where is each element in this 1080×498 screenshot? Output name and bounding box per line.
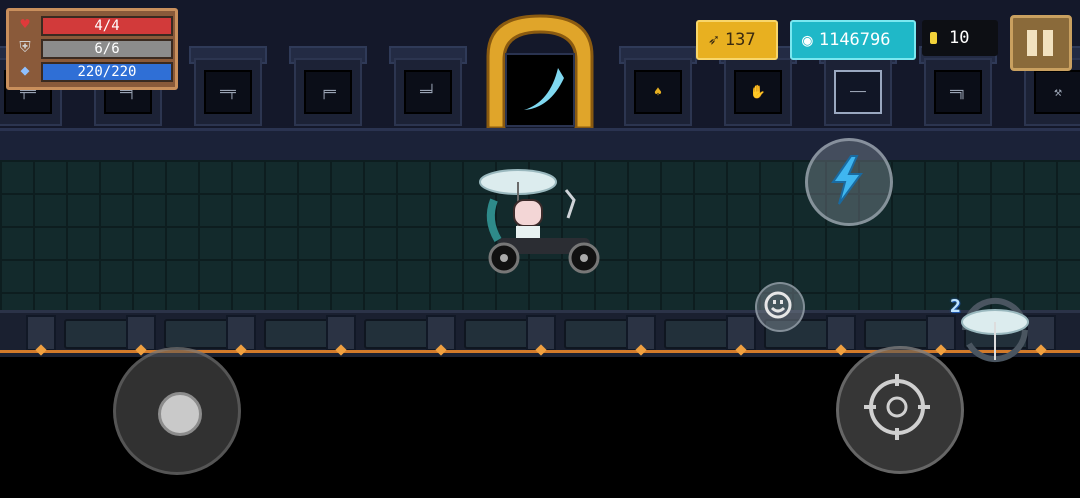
coin-icon <box>930 32 937 44</box>
weapon-pedestal[interactable]: ── <box>824 58 892 126</box>
coins-value: 10 <box>949 28 970 48</box>
lightning-icon <box>831 155 863 205</box>
joystick-knob[interactable] <box>158 392 202 436</box>
gems-counter: ➶ 137 <box>696 20 778 60</box>
gun-icon: ═╛ <box>404 70 452 114</box>
weapon-count-badge: 2 <box>950 296 961 317</box>
swap-arrows-icon <box>961 297 1029 363</box>
armor-value: 6/6 <box>94 41 120 57</box>
crystal-eye-icon: ◉ <box>802 29 813 51</box>
weapon-pedestal[interactable]: ♠ <box>624 58 692 126</box>
crosshair-icon <box>864 374 930 440</box>
revolver-icon: ═╗ <box>934 70 982 114</box>
armor-row: ⛨ 6/6 <box>13 38 173 59</box>
player-stats-panel: ♥ 4/4 ⛨ 6/6 ◆ 220/220 <box>6 8 178 90</box>
attack-button[interactable] <box>836 346 964 474</box>
weapon-pedestal[interactable]: ✋ <box>724 58 792 126</box>
hp-bar: 4/4 <box>41 16 173 36</box>
staff-icon: ⚒ <box>1034 70 1080 114</box>
energy-value: 220/220 <box>77 64 137 80</box>
crystals-value: 1146796 <box>818 30 891 50</box>
lamp-icon: ♠ <box>634 70 682 114</box>
weapon-swap-button[interactable] <box>955 292 1035 368</box>
shotgun-icon: ═╤ <box>204 70 252 114</box>
weapon-pedestal[interactable]: ═╗ <box>924 58 992 126</box>
energy-row: ◆ 220/220 <box>13 61 173 82</box>
smiley-icon <box>764 291 792 319</box>
movement-joystick[interactable] <box>113 347 241 475</box>
hp-value: 4/4 <box>94 18 120 34</box>
emote-button[interactable] <box>755 282 805 332</box>
sword-icon: ── <box>834 70 882 114</box>
crystals-counter: ◉ 1146796 <box>790 20 916 60</box>
gauntlet-icon: ✋ <box>734 70 782 114</box>
gems-value: 137 <box>724 30 756 50</box>
blaster-icon: ╒═ <box>304 70 352 114</box>
weapon-pedestal[interactable]: ═╤ <box>194 58 262 126</box>
diamond-icon: ◆ <box>20 61 30 79</box>
weapon-pedestal[interactable]: ═╛ <box>394 58 462 126</box>
coins-counter: 10 <box>922 20 998 56</box>
armor-bar: 6/6 <box>41 39 173 59</box>
hp-row: ♥ 4/4 <box>13 15 173 36</box>
heart-icon: ♥ <box>20 15 30 33</box>
portal-arch[interactable] <box>480 12 600 128</box>
skill-button[interactable] <box>805 138 893 226</box>
player-character <box>479 169 600 274</box>
feather-icon: ➶ <box>708 29 719 51</box>
energy-bar: 220/220 <box>41 62 173 82</box>
weapon-pedestal[interactable]: ╒═ <box>294 58 362 126</box>
shield-icon: ⛨ <box>19 38 31 56</box>
pause-button[interactable] <box>1010 15 1072 71</box>
